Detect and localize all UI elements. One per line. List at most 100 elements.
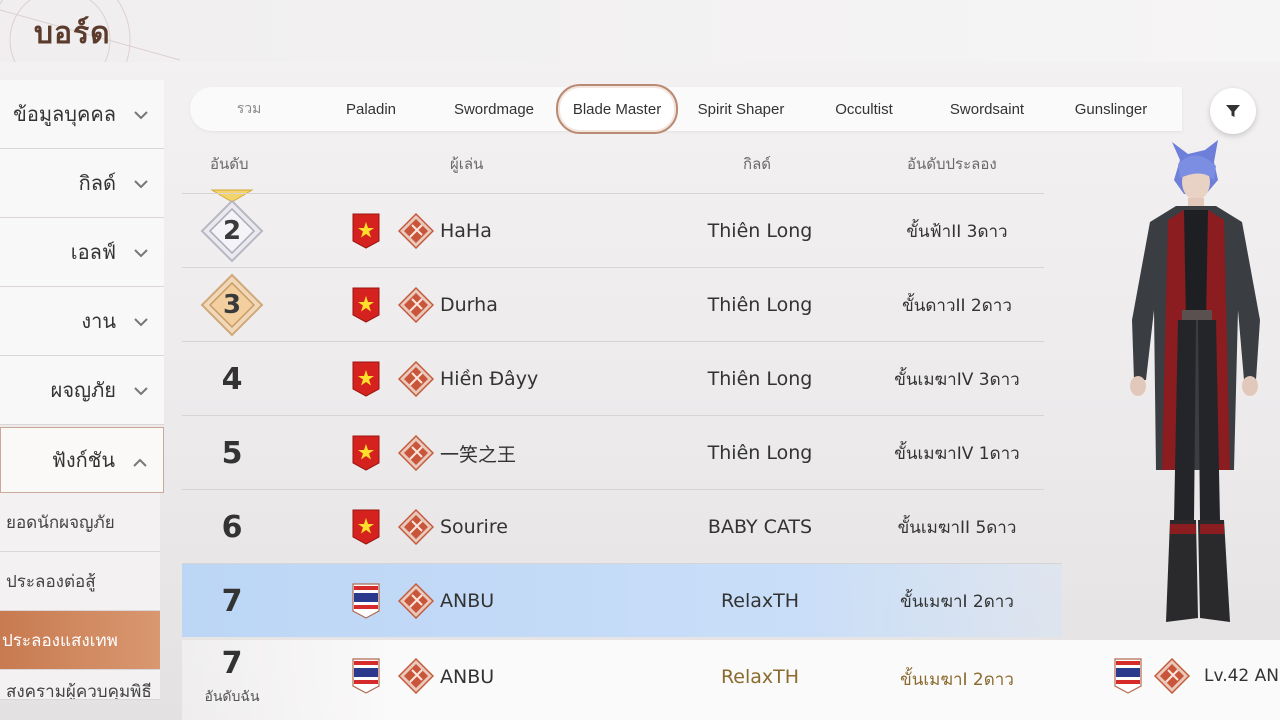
- blade-master-class-icon: [398, 658, 434, 694]
- character-level-name: Lv.42 ANBU: [1204, 666, 1280, 686]
- blade-master-class-icon: [398, 287, 434, 323]
- thailand-flag-icon: [352, 658, 380, 694]
- page-title: บอร์ด: [34, 16, 111, 51]
- my-arena-tier: ขั้นเมฆาI 2ดาว: [900, 670, 1014, 690]
- column-header-player: ผู้เล่น: [450, 155, 484, 173]
- menu-item-adventure[interactable]: ผจญภัย: [0, 356, 164, 425]
- submenu-divine-arena[interactable]: ประลองแสงเทพ: [0, 611, 160, 670]
- tab-swordsaint[interactable]: Swordsaint: [928, 87, 1046, 131]
- rank-number: 5: [221, 435, 243, 471]
- menu-item-label: งาน: [81, 309, 116, 333]
- submenu-label: ประลองต่อสู้: [6, 571, 96, 592]
- tab-paladin[interactable]: Paladin: [312, 87, 430, 131]
- rank-number: 2: [222, 216, 242, 246]
- guild-name: Thiên Long: [707, 442, 813, 464]
- table-row[interactable]: 3 Durha Thiên Long ขั้นดาวII 2ดาว: [182, 267, 1044, 341]
- blade-master-class-icon: [398, 583, 434, 619]
- thailand-flag-icon: [1114, 658, 1142, 694]
- menu-item-elf[interactable]: เอลฟ์: [0, 218, 164, 287]
- filter-icon: [1226, 105, 1240, 117]
- silver-rank-badge: 2: [200, 199, 264, 263]
- menu-item-label: กิลด์: [78, 171, 116, 195]
- header: บอร์ด: [0, 0, 1280, 62]
- menu-item-label: ฟังก์ชัน: [51, 448, 115, 472]
- menu-item-guild[interactable]: กิลด์: [0, 149, 164, 218]
- tab-swordmage[interactable]: Swordmage: [435, 87, 553, 131]
- blade-master-class-icon: [398, 509, 434, 545]
- chevron-down-icon: [134, 249, 148, 258]
- table-row[interactable]: 2 HaHa Thiên Long ขั้นฟ้าII 3ดาว: [182, 193, 1044, 267]
- menu-item-function[interactable]: ฟังก์ชัน: [0, 427, 164, 493]
- rank-number: 7: [221, 583, 243, 619]
- column-header-guild: กิลด์: [743, 155, 772, 173]
- arena-tier: ขั้นฟ้าII 3ดาว: [906, 221, 1008, 242]
- player-name[interactable]: 一笑之王: [440, 416, 516, 490]
- player-name[interactable]: Sourire: [440, 490, 508, 564]
- blade-master-class-icon: [398, 435, 434, 471]
- tab-blade-master[interactable]: Blade Master: [556, 84, 678, 134]
- guild-name: RelaxTH: [720, 590, 800, 612]
- side-menu: ข้อมูลบุคคล กิลด์ เอลฟ์ งาน ผจญภัย ฟังก์…: [0, 80, 164, 700]
- bronze-rank-badge: 3: [200, 273, 264, 337]
- thailand-flag-icon: [352, 583, 380, 619]
- submenu-label: ยอดนักผจญภัย: [6, 512, 115, 533]
- player-name[interactable]: Hiền Đâyy: [440, 342, 538, 416]
- vietnam-flag-icon: [352, 213, 380, 249]
- vietnam-flag-icon: [352, 361, 380, 397]
- arena-tier: ขั้นเมฆาIV 3ดาว: [894, 369, 1020, 390]
- guild-name: BABY CATS: [707, 516, 813, 538]
- player-name[interactable]: ANBU: [440, 564, 494, 638]
- vietnam-flag-icon: [352, 287, 380, 323]
- menu-item-label: เอลฟ์: [70, 240, 116, 264]
- guild-name: Thiên Long: [707, 220, 813, 242]
- submenu-label: ประลองแสงเทพ: [2, 630, 118, 651]
- menu-item-task[interactable]: งาน: [0, 287, 164, 356]
- submenu-label: สงครามผู้ควบคุมพิธี: [6, 682, 152, 700]
- rank-number: 6: [221, 509, 243, 545]
- rank-number: 4: [221, 361, 243, 397]
- column-header-tier: อันดับประลอง: [907, 155, 997, 173]
- ranking-table: 2 HaHa Thiên Long ขั้นฟ้าII 3ดาว 3 Durha…: [182, 193, 1062, 637]
- my-rank-number: 7: [221, 646, 243, 681]
- blade-master-class-icon: [1154, 658, 1190, 694]
- my-rank-bar: 7 อันดับฉัน ANBU RelaxTH ขั้นเมฆาI 2ดาว …: [182, 640, 1280, 720]
- arena-tier: ขั้นเมฆาII 5ดาว: [897, 517, 1017, 538]
- submenu-top-adventurer[interactable]: ยอดนักผจญภัย: [0, 493, 160, 552]
- menu-item-profile[interactable]: ข้อมูลบุคคล: [0, 80, 164, 149]
- player-name[interactable]: Durha: [440, 268, 498, 342]
- guild-name: Thiên Long: [707, 368, 813, 390]
- chevron-down-icon: [134, 387, 148, 396]
- menu-item-label: ผจญภัย: [50, 378, 116, 402]
- chevron-up-icon: [133, 458, 147, 467]
- column-header-rank: อันดับ: [210, 155, 249, 173]
- rank-number: 3: [222, 290, 242, 320]
- my-player-name: ANBU: [440, 666, 495, 688]
- vietnam-flag-icon: [352, 435, 380, 471]
- player-name[interactable]: HaHa: [440, 194, 492, 268]
- table-row[interactable]: 5 一笑之王 Thiên Long ขั้นเมฆาIV 1ดาว: [182, 415, 1044, 489]
- vietnam-flag-icon: [352, 509, 380, 545]
- tab-occultist[interactable]: Occultist: [805, 87, 923, 131]
- menu-item-label: ข้อมูลบุคคล: [13, 102, 116, 126]
- table-row[interactable]: 4 Hiền Đâyy Thiên Long ขั้นเมฆาIV 3ดาว: [182, 341, 1044, 415]
- guild-name: Thiên Long: [707, 294, 813, 316]
- arena-tier: ขั้นเมฆาI 2ดาว: [900, 591, 1014, 612]
- table-row[interactable]: 6 Sourire BABY CATS ขั้นเมฆาII 5ดาว: [182, 489, 1044, 563]
- submenu-arena[interactable]: ประลองต่อสู้: [0, 552, 160, 611]
- blade-master-class-icon: [398, 361, 434, 397]
- table-row-highlighted[interactable]: 7 ANBU RelaxTH ขั้นเมฆาI 2ดาว: [182, 563, 1062, 637]
- my-guild-name: RelaxTH: [720, 666, 800, 688]
- blade-master-class-icon: [398, 213, 434, 249]
- chevron-down-icon: [134, 180, 148, 189]
- class-tabs: รวม Paladin Swordmage Blade Master Spiri…: [190, 84, 1182, 134]
- submenu-ritual-war[interactable]: สงครามผู้ควบคุมพิธี: [0, 670, 160, 700]
- arena-tier: ขั้นเมฆาIV 1ดาว: [894, 443, 1020, 464]
- character-portrait: [1130, 140, 1260, 622]
- chevron-down-icon: [134, 318, 148, 327]
- tab-gunslinger[interactable]: Gunslinger: [1052, 87, 1170, 131]
- chevron-down-icon: [134, 111, 148, 120]
- tab-spirit-shaper[interactable]: Spirit Shaper: [682, 87, 800, 131]
- filter-button[interactable]: [1210, 88, 1256, 134]
- arena-tier: ขั้นดาวII 2ดาว: [902, 295, 1012, 316]
- tab-all[interactable]: รวม: [190, 87, 308, 131]
